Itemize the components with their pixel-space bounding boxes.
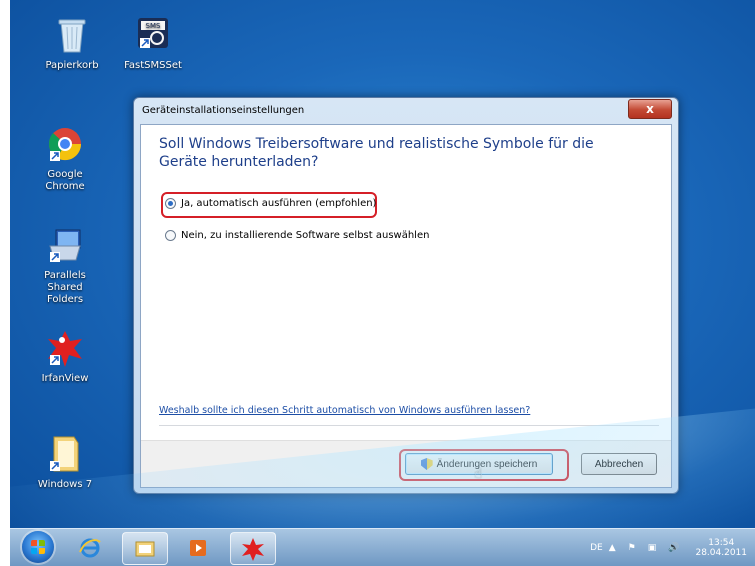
desktop-icon-label: FastSMSSet — [124, 60, 182, 71]
media-player-icon — [190, 539, 206, 556]
radio-option-yes-label: Ja, automatisch ausführen (empfohlen) — [181, 198, 377, 209]
close-icon: x — [646, 102, 654, 116]
clock-time: 13:54 — [708, 537, 735, 548]
cancel-button[interactable]: Abbrechen — [581, 453, 657, 475]
dialog-footer: Änderungen speichern Abbrechen ☝ — [141, 440, 671, 487]
mouse-cursor-icon: ☝ — [474, 466, 483, 482]
taskbar: DE ▲ ⚑ ▣ 🔊 13:54 28.04.2011 — [10, 528, 755, 566]
action-center-flag-icon[interactable]: ⚑ — [628, 543, 636, 553]
taskbar-explorer[interactable] — [122, 532, 168, 565]
svg-text:SMS: SMS — [146, 22, 161, 30]
clock-date: 28.04.2011 — [695, 547, 747, 558]
radio-option-no[interactable]: Nein, zu installierende Software selbst … — [165, 230, 429, 241]
close-button[interactable]: x — [628, 99, 672, 119]
desktop: Papierkorb SMS FastSMSSet Google Chrome … — [10, 0, 755, 528]
save-changes-button[interactable]: Änderungen speichern — [405, 453, 553, 475]
recycle-bin-icon — [51, 14, 93, 56]
explorer-folder-icon — [135, 541, 155, 556]
desktop-icon-google-chrome[interactable]: Google Chrome — [30, 123, 100, 193]
taskbar-internet-explorer[interactable] — [68, 532, 112, 563]
desktop-icon-windows-7[interactable]: Windows 7 — [30, 433, 100, 491]
dialog-titlebar[interactable]: Geräteinstallationseinstellungen x — [134, 98, 678, 124]
irfanview-taskbar-icon — [242, 537, 264, 561]
dialog-title: Geräteinstallationseinstellungen — [142, 105, 305, 116]
desktop-icon-parallels-shared-folders[interactable]: Parallels Shared Folders — [30, 224, 100, 306]
irfanview-icon — [44, 327, 86, 369]
desktop-icon-label: Google Chrome — [45, 169, 85, 192]
why-automatic-link[interactable]: Weshalb sollte ich diesen Schritt automa… — [159, 405, 530, 416]
desktop-icon-irfanview[interactable]: IrfanView — [30, 327, 100, 385]
clock[interactable]: 13:54 28.04.2011 — [695, 538, 747, 558]
save-highlight-box — [399, 449, 569, 481]
desktop-icon-label: Parallels Shared Folders — [44, 270, 86, 305]
volume-icon[interactable]: 🔊 — [668, 543, 679, 553]
taskbar-media-player[interactable] — [176, 532, 220, 563]
radio-selected-icon[interactable] — [165, 198, 176, 209]
radio-option-yes[interactable]: Ja, automatisch ausführen (empfohlen) — [165, 198, 376, 209]
desktop-icon-fastsmsset[interactable]: SMS FastSMSSet — [118, 14, 188, 72]
internet-explorer-icon — [79, 538, 101, 557]
folder-icon — [44, 433, 86, 475]
sms-icon: SMS — [132, 14, 174, 56]
device-installation-settings-dialog: Geräteinstallationseinstellungen x Soll … — [133, 97, 679, 494]
dialog-heading: Soll Windows Treibersoftware und realist… — [159, 136, 594, 170]
shared-folders-icon — [44, 224, 86, 266]
separator — [159, 425, 659, 426]
dialog-content: Soll Windows Treibersoftware und realist… — [140, 124, 672, 488]
system-tray: DE ▲ ⚑ ▣ 🔊 13:54 28.04.2011 — [590, 529, 747, 566]
desktop-icon-label: Papierkorb — [45, 60, 99, 71]
show-hidden-icons-icon[interactable]: ▲ — [609, 543, 616, 553]
cancel-label: Abbrechen — [594, 458, 644, 470]
uac-shield-icon — [420, 458, 433, 470]
chrome-icon — [44, 123, 86, 165]
radio-unselected-icon[interactable] — [165, 230, 176, 241]
taskbar-irfanview[interactable] — [230, 532, 276, 565]
desktop-icon-recycle-bin[interactable]: Papierkorb — [37, 14, 107, 72]
desktop-icon-label: IrfanView — [41, 373, 89, 384]
save-changes-label: Änderungen speichern — [436, 458, 538, 470]
start-button[interactable] — [22, 531, 54, 563]
network-icon[interactable]: ▣ — [648, 543, 657, 553]
language-indicator[interactable]: DE — [590, 543, 603, 553]
radio-option-no-label: Nein, zu installierende Software selbst … — [181, 230, 430, 241]
desktop-icon-label: Windows 7 — [37, 479, 93, 490]
